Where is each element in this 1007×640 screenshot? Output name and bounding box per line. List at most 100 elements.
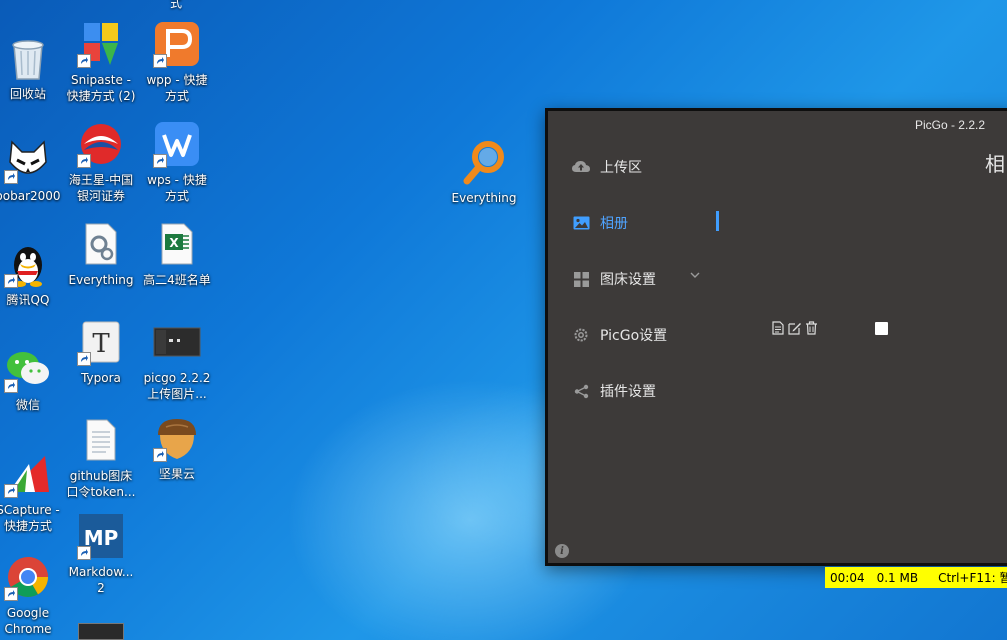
image-icon <box>572 214 590 232</box>
wps-icon <box>153 120 201 168</box>
desktop-icon-recycle-bin[interactable]: 回收站 <box>0 34 69 102</box>
shortcut-arrow-icon <box>153 154 167 168</box>
shortcut-arrow-icon <box>153 54 167 68</box>
icon-label: 微信 <box>15 398 40 412</box>
edit-icon[interactable] <box>787 320 802 336</box>
neptune-icon <box>77 120 125 168</box>
share-icon <box>572 382 590 400</box>
sidebar-item-plugin-settings[interactable]: 插件设置 <box>572 379 656 403</box>
icon-label: wpp - 快捷 方式 <box>146 73 208 103</box>
shortcut-arrow-icon <box>4 587 18 601</box>
icon-label: 回收站 <box>9 87 46 101</box>
qq-penguin-icon <box>4 240 52 288</box>
icon-label: Everything <box>68 273 134 287</box>
shortcut-arrow-icon <box>4 170 18 184</box>
gear-icon <box>572 326 590 344</box>
desktop-icon-qq[interactable]: 腾讯QQ <box>0 240 69 308</box>
desktop-icon-wechat[interactable]: 微信 <box>0 345 69 413</box>
shortcut-arrow-icon <box>77 352 91 366</box>
typora-icon: T <box>77 318 125 366</box>
text-file-icon <box>77 416 125 464</box>
trash-icon[interactable] <box>804 320 819 336</box>
desktop-icon-wpp[interactable]: wpp - 快捷 方式 <box>136 20 218 104</box>
excel-icon: X <box>153 220 201 268</box>
shortcut-arrow-icon <box>4 484 18 498</box>
foobar2000-icon <box>4 136 52 184</box>
svg-text:X: X <box>169 236 179 250</box>
desktop-icon-nutstore[interactable]: 坚果云 <box>136 414 218 482</box>
desktop-icon-picgo-screenshot[interactable]: picgo 2.2.2 上传图片... <box>136 318 218 402</box>
file-icon[interactable] <box>770 320 785 336</box>
magnifier-icon <box>460 138 508 186</box>
icon-label: Snipaste - 快捷方式 (2) <box>66 73 136 103</box>
icon-label: Everything <box>451 191 517 205</box>
sidebar-item-label: 上传区 <box>600 160 642 176</box>
image-action-toolbar <box>770 320 819 336</box>
sidebar-item-album[interactable]: 相册 <box>572 211 628 235</box>
desktop-icon-foobar2000[interactable]: oobar2000 <box>0 136 69 204</box>
desktop-icon-excel-roster[interactable]: X 高二4班名单 <box>136 220 218 288</box>
icon-label: 海王星-中国 银河证券 <box>68 173 134 203</box>
icon-label: wps - 快捷 方式 <box>147 173 207 203</box>
snipaste-icon <box>77 20 125 68</box>
shortcut-arrow-icon <box>4 274 18 288</box>
status-hint: Ctrl+F11: 暂 <box>938 571 1007 585</box>
desktop-icon-markdown[interactable]: MP Markdow... 2 <box>60 512 142 596</box>
recycle-bin-icon <box>4 34 52 82</box>
sidebar-item-label: 相册 <box>600 216 628 232</box>
sidebar-item-upload[interactable]: 上传区 <box>572 155 642 179</box>
image-thumbnail-icon <box>153 318 201 366</box>
partial-desktop-icon[interactable] <box>78 623 124 640</box>
recorder-status-bar: 00:04 0.1 MB Ctrl+F11: 暂 <box>825 567 1007 588</box>
window-title: PicGo - 2.2.2 <box>914 118 985 132</box>
page-title: 相 <box>985 152 1005 176</box>
markdown-icon: MP <box>77 512 125 560</box>
partial-icon-label: 式 <box>170 0 183 10</box>
wpp-icon <box>153 20 201 68</box>
icon-label: Google Chrome <box>4 606 52 636</box>
icon-label: Markdow... 2 <box>68 565 134 595</box>
icon-label: Typora <box>81 371 121 385</box>
wechat-icon <box>4 345 52 393</box>
desktop-icon-github-token[interactable]: github图床 口令token... <box>60 416 142 500</box>
desktop-icon-everything-config[interactable]: Everything <box>60 220 142 288</box>
sidebar-item-image-host-settings[interactable]: 图床设置 <box>572 267 656 291</box>
icon-label: github图床 口令token... <box>66 469 136 499</box>
icon-label: 腾讯QQ <box>6 293 50 307</box>
chrome-icon <box>4 553 52 601</box>
chevron-down-icon[interactable] <box>688 267 702 281</box>
svg-text:T: T <box>92 329 110 359</box>
icon-label: 高二4班名单 <box>143 273 211 287</box>
desktop-icon-chrome[interactable]: Google Chrome <box>0 553 69 637</box>
status-time: 00:04 <box>830 570 865 585</box>
icon-label: SCapture - 快捷方式 <box>0 503 60 533</box>
info-icon[interactable]: i <box>555 544 569 558</box>
status-size: 0.1 MB <box>876 570 919 585</box>
desktop-icon-wps[interactable]: wps - 快捷 方式 <box>136 120 218 204</box>
sidebar-item-label: PicGo设置 <box>600 328 668 344</box>
sidebar-item-label: 插件设置 <box>600 384 656 400</box>
desktop-icon-fscapture[interactable]: SCapture - 快捷方式 <box>0 450 69 534</box>
shortcut-arrow-icon <box>77 154 91 168</box>
cloud-upload-icon <box>572 158 590 176</box>
desktop-icon-neptune[interactable]: 海王星-中国 银河证券 <box>60 120 142 204</box>
shortcut-arrow-icon <box>77 54 91 68</box>
icon-label: picgo 2.2.2 上传图片... <box>143 371 211 401</box>
active-indicator <box>716 211 719 231</box>
grid-icon <box>572 270 590 288</box>
picgo-window[interactable]: PicGo - 2.2.2 相 上传区 相册 图床设置 PicGo设置 插件设置 <box>545 108 1007 566</box>
shortcut-arrow-icon <box>77 546 91 560</box>
select-checkbox[interactable] <box>875 322 888 335</box>
desktop-icon-everything[interactable]: Everything <box>443 138 525 206</box>
sidebar-item-label: 图床设置 <box>600 272 656 288</box>
desktop-icon-typora[interactable]: T Typora <box>60 318 142 386</box>
icon-label: oobar2000 <box>0 189 61 203</box>
shortcut-arrow-icon <box>153 448 167 462</box>
shortcut-arrow-icon <box>4 379 18 393</box>
icon-label: 坚果云 <box>158 467 195 481</box>
desktop-icon-snipaste[interactable]: Snipaste - 快捷方式 (2) <box>60 20 142 104</box>
sidebar-item-picgo-settings[interactable]: PicGo设置 <box>572 323 667 347</box>
fscapture-icon <box>4 450 52 498</box>
settings-file-icon <box>77 220 125 268</box>
nutstore-icon <box>153 414 201 462</box>
